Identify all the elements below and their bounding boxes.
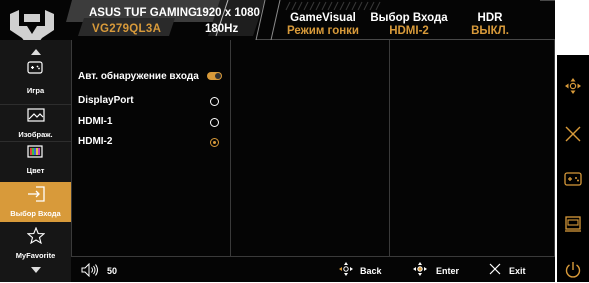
header-hdr-title: HDR xyxy=(477,12,503,24)
nav-item-label: Игра xyxy=(26,86,45,95)
footer-bar: 50 Back Enter Exit xyxy=(71,256,555,283)
model-number: VG279QL3A xyxy=(92,23,162,35)
input-key-icon[interactable] xyxy=(563,215,583,233)
option-hdmi-1[interactable]: HDMI-1 xyxy=(78,116,112,127)
osd-menu: ASUS TUF GAMING VG279QL3A 1920 x 1080 18… xyxy=(0,0,555,282)
panel-divider xyxy=(230,40,231,256)
nav-item-myfavorite[interactable]: MyFavorite xyxy=(0,224,71,270)
model-name: ASUS TUF GAMING xyxy=(89,7,197,19)
nav-item-label: MyFavorite xyxy=(15,251,56,260)
nav-down-arrow-icon[interactable] xyxy=(31,267,41,273)
hdmi-2-radio[interactable] xyxy=(210,138,219,147)
panel-divider xyxy=(71,40,72,256)
hardware-key-strip xyxy=(557,55,589,282)
header-gamevisual: GameVisual Режим гонки xyxy=(283,12,363,38)
refresh-rate-readout: 180Hz xyxy=(205,23,239,35)
header-input-select-title: Выбор Входа xyxy=(370,12,448,24)
option-displayport[interactable]: DisplayPort xyxy=(78,95,134,106)
header-input-select: Выбор Входа HDMI-2 xyxy=(364,12,454,38)
close-icon xyxy=(489,263,501,275)
option-hdmi-2[interactable]: HDMI-2 xyxy=(78,136,112,147)
input-select-icon xyxy=(28,186,45,202)
enter-button[interactable]: Enter xyxy=(436,266,459,276)
header-input-select-value: HDMI-2 xyxy=(389,25,429,37)
power-icon[interactable] xyxy=(563,260,583,280)
exit-button[interactable]: Exit xyxy=(509,266,526,276)
header-gamevisual-value: Режим гонки xyxy=(287,25,359,37)
nav-item-label: Выбор Входа xyxy=(10,209,61,218)
volume-value: 50 xyxy=(107,266,118,276)
option-auto-input-detect[interactable]: Авт. обнаружение входа xyxy=(78,71,199,82)
color-bars-icon xyxy=(27,145,43,158)
panel-divider xyxy=(554,40,555,256)
nav-item-label: Цвет xyxy=(26,166,45,175)
hdmi-1-radio[interactable] xyxy=(210,118,219,127)
star-icon xyxy=(27,227,45,244)
nav-item-label: Изображ. xyxy=(18,130,53,139)
header-hdr-value: ВЫКЛ. xyxy=(471,25,509,37)
gamepad-key-icon[interactable] xyxy=(563,170,583,188)
nav-item-game[interactable]: Игра xyxy=(0,58,71,104)
joystick-enter-icon xyxy=(413,262,427,276)
back-button[interactable]: Back xyxy=(360,266,382,276)
header-hdr: HDR ВЫКЛ. xyxy=(460,12,520,38)
panel-divider xyxy=(389,40,390,256)
image-icon xyxy=(27,108,45,122)
close-key-icon[interactable] xyxy=(563,124,583,144)
joystick-icon[interactable] xyxy=(563,76,583,96)
joystick-back-icon xyxy=(339,262,353,276)
resolution-readout: 1920 x 1080 xyxy=(196,7,260,19)
volume-icon xyxy=(81,263,98,277)
nav-up-arrow-icon[interactable] xyxy=(31,49,41,55)
auto-input-detect-toggle[interactable] xyxy=(207,72,222,80)
gamepad-icon xyxy=(27,61,43,74)
displayport-radio[interactable] xyxy=(210,97,219,106)
nav-item-input-select[interactable]: Выбор Входа xyxy=(0,182,71,222)
header-gamevisual-title: GameVisual xyxy=(290,12,356,24)
